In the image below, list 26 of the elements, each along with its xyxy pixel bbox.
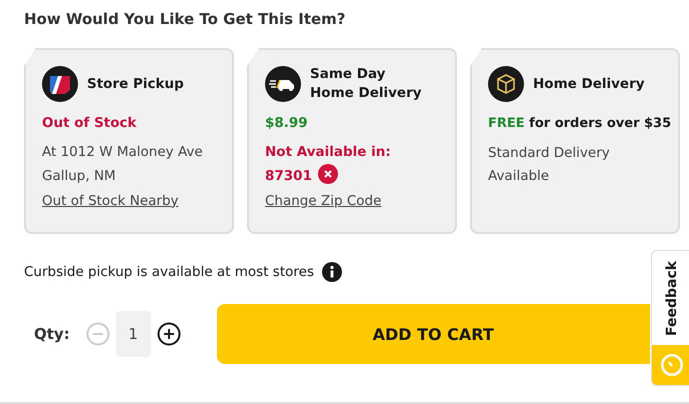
info-text: FREE for orders over $35 — [488, 116, 672, 131]
quantity-field[interactable]: 1 — [116, 311, 151, 357]
quantity-label: Qty: — [34, 325, 70, 343]
info-text: Curbside pickup is available at most stores — [24, 264, 314, 280]
delivery-option-card[interactable]: Same Day Home Delivery $8.99 Not Available in: 87301 Change Zip Code — [247, 48, 457, 234]
delivery-option-card[interactable]: Store Pickup Out of Stock At 1012 W Maloney Ave Gallup, NM Out of Stock Nearby — [24, 48, 234, 234]
option-title: Store Pickup — [87, 74, 184, 94]
link[interactable]: Change Zip Code — [265, 192, 447, 209]
option-title: Home Delivery — [533, 74, 645, 94]
shield-icon — [42, 66, 78, 102]
info-icon[interactable] — [322, 262, 342, 282]
status-text: Not Available in: — [265, 144, 391, 160]
info-text: Standard Delivery Available — [488, 144, 610, 184]
option-title: Same Day Home Delivery — [310, 65, 422, 103]
info-text: At 1012 W Maloney Ave Gallup, NM — [42, 144, 203, 184]
add-to-cart-button[interactable]: ADD TO CART — [216, 304, 650, 364]
status-text: 87301 — [265, 168, 312, 184]
close-icon[interactable] — [318, 164, 338, 184]
section-heading: How Would You Like To Get This Item? — [24, 10, 346, 28]
delivery-option-card[interactable]: Home Delivery FREE for orders over $35 Standard Delivery Available — [470, 48, 680, 234]
price-text: $8.99 — [265, 115, 308, 131]
car-icon — [265, 66, 301, 102]
plus-icon[interactable] — [156, 322, 181, 346]
link[interactable]: Out of Stock Nearby — [42, 192, 224, 209]
status-text: Out of Stock — [42, 115, 137, 131]
box-icon — [488, 66, 524, 102]
